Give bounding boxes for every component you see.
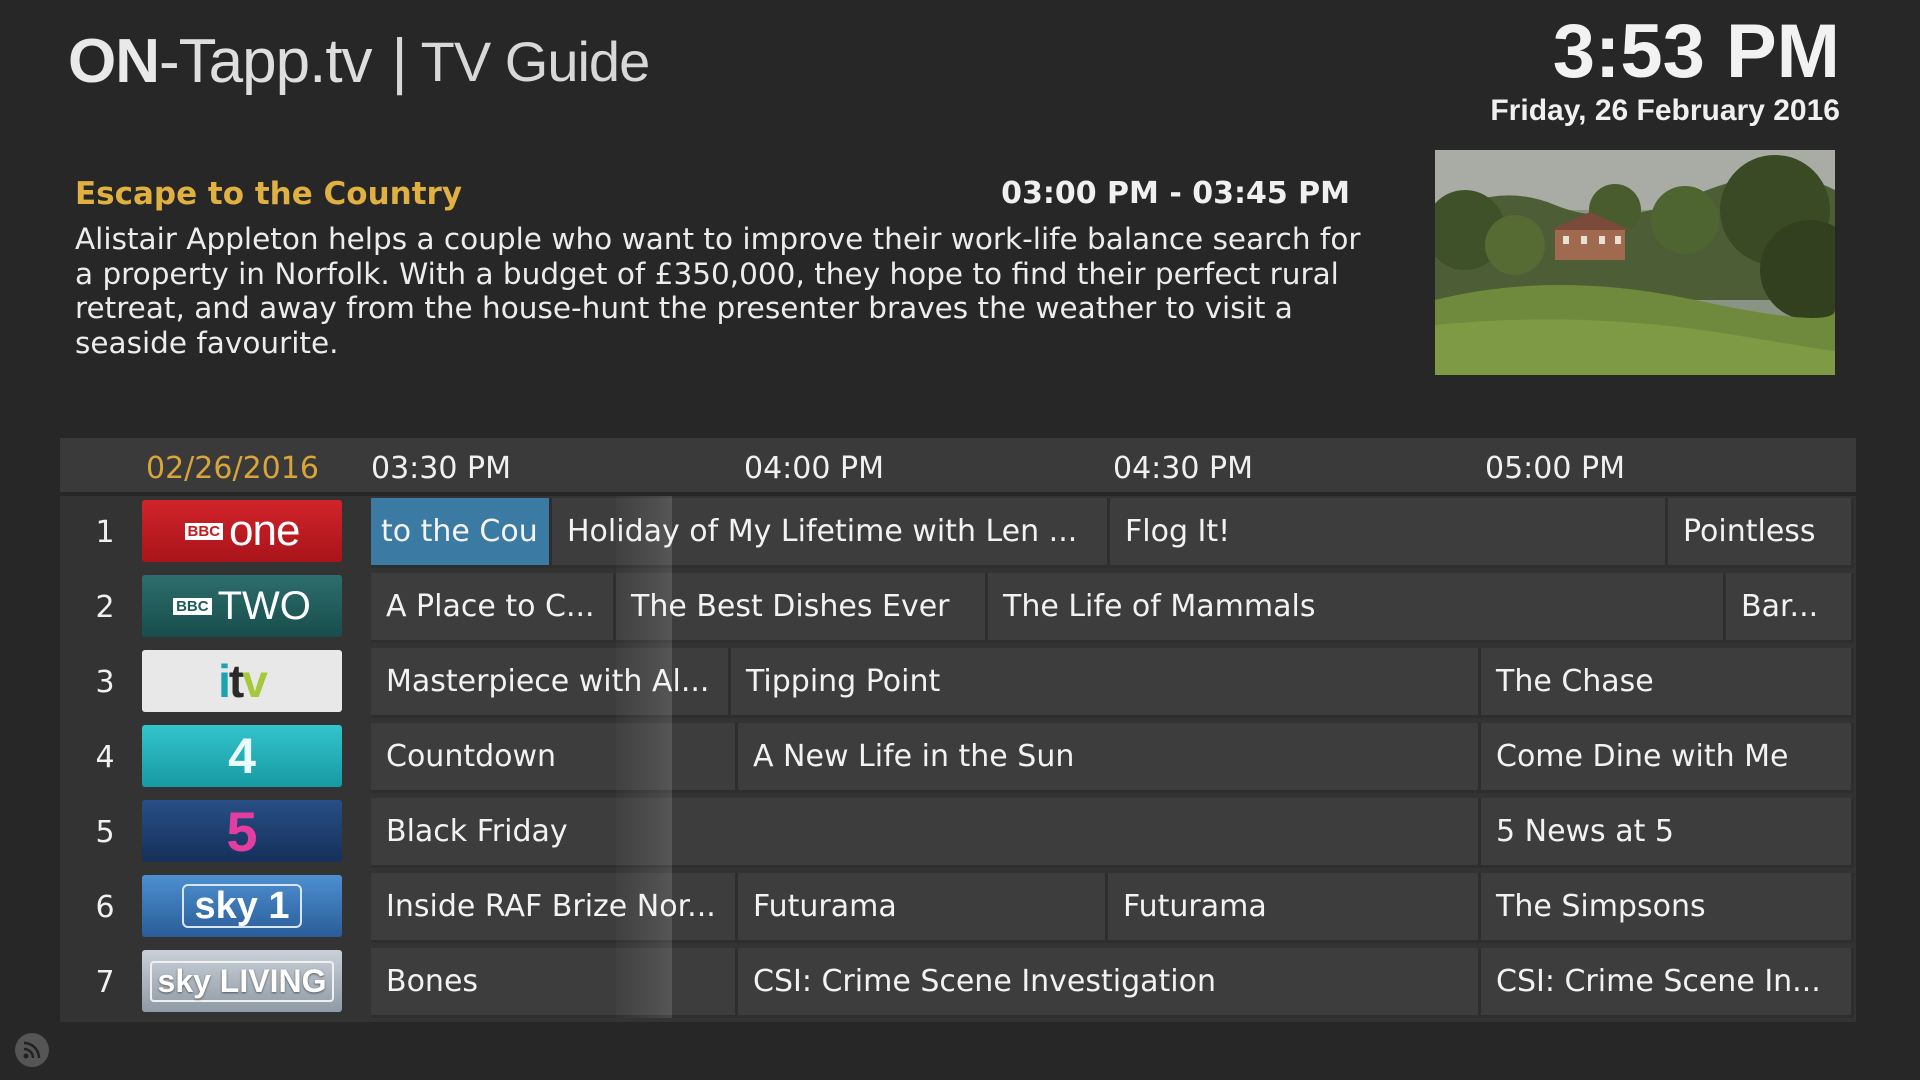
program-cell[interactable]: A New Life in the Sun [738, 723, 1481, 793]
program-cell[interactable]: to the Cou [371, 498, 552, 568]
logo-text: 5 [226, 800, 258, 862]
channel-number: 5 [95, 815, 115, 850]
channel-logo-sky-1[interactable]: sky 1 [142, 875, 342, 937]
program-cell[interactable]: Black Friday [371, 798, 1481, 868]
program-cell[interactable]: Futurama [1108, 873, 1481, 943]
rss-icon [15, 1033, 49, 1067]
time-slot-0400: 04:00 PM [744, 451, 884, 486]
program-title: Escape to the Country [75, 176, 463, 212]
channel-logo-itv[interactable]: itv [142, 650, 342, 712]
time-slot-0430: 04:30 PM [1113, 451, 1253, 486]
program-cell[interactable]: Bar... [1726, 573, 1854, 643]
app-logo: ON -Tapp.tv | TV Guide [68, 26, 651, 96]
channel-logo-channel-4[interactable]: 4 [142, 725, 342, 787]
channel-number: 2 [95, 590, 115, 625]
channel-logo-bbc-two[interactable]: BBC TWO [142, 575, 342, 637]
program-cell[interactable]: Masterpiece with Al... [371, 648, 731, 718]
program-cell[interactable]: The Life of Mammals [988, 573, 1726, 643]
rss-glyph [23, 1041, 41, 1059]
program-cell[interactable]: 5 News at 5 [1481, 798, 1854, 868]
channel-number: 7 [95, 965, 115, 1000]
clock: 3:53 PM Friday, 26 February 2016 [1490, 6, 1840, 128]
section-title: TV Guide [420, 29, 651, 93]
channel-logo-channel-5[interactable]: 5 [142, 800, 342, 862]
brand-separator: | [391, 26, 408, 96]
program-time-range: 03:00 PM - 03:45 PM [1001, 176, 1350, 211]
program-cell[interactable]: Countdown [371, 723, 738, 793]
program-cell[interactable]: CSI: Crime Scene In... [1481, 948, 1854, 1018]
program-cell[interactable]: Futurama [738, 873, 1108, 943]
program-cell[interactable]: Flog It! [1110, 498, 1668, 568]
clock-time: 3:53 PM [1552, 9, 1840, 94]
program-cell[interactable]: The Chase [1481, 648, 1854, 718]
program-cell[interactable]: The Best Dishes Ever [616, 573, 988, 643]
brand-rest: -Tapp.tv [159, 26, 373, 96]
channel-number: 1 [95, 515, 115, 550]
program-cell[interactable]: Inside RAF Brize Nor... [371, 873, 738, 943]
program-cell[interactable]: Bones [371, 948, 738, 1018]
logo-text: TWO [217, 583, 311, 628]
clock-date: Friday, 26 February 2016 [1490, 94, 1840, 127]
program-description: Alistair Appleton helps a couple who wan… [75, 222, 1361, 360]
channel-logo-sky-living[interactable]: sky LIVING [142, 950, 342, 1012]
program-cell[interactable]: A Place to C... [371, 573, 616, 643]
channel-number: 6 [95, 890, 115, 925]
program-cell[interactable]: The Simpsons [1481, 873, 1854, 943]
channel-number: 4 [95, 740, 115, 775]
channel-number: 3 [95, 665, 115, 700]
channel-logo-bbc-one[interactable]: BBC one [142, 500, 342, 562]
program-cell[interactable]: CSI: Crime Scene Investigation [738, 948, 1481, 1018]
logo-text: itv [218, 655, 268, 707]
logo-text: 4 [228, 728, 256, 784]
logo-text: one [229, 506, 300, 555]
brand-on: ON [68, 26, 160, 96]
bbc-blocks: BBC [184, 522, 224, 540]
time-slot-0330: 03:30 PM [371, 451, 511, 486]
logo-text: sky LIVING [149, 960, 335, 1002]
program-cell[interactable]: Holiday of My Lifetime with Len ... [552, 498, 1110, 568]
program-cell[interactable]: Come Dine with Me [1481, 723, 1854, 793]
program-cell[interactable]: Pointless [1668, 498, 1854, 568]
guide-date: 02/26/2016 [146, 451, 319, 486]
program-thumbnail [1435, 150, 1835, 375]
logo-text: sky 1 [182, 884, 302, 928]
time-slot-0500: 05:00 PM [1485, 451, 1625, 486]
program-cell[interactable]: Tipping Point [731, 648, 1481, 718]
countryside-image [1435, 150, 1835, 375]
bbc-blocks: BBC [173, 597, 212, 615]
